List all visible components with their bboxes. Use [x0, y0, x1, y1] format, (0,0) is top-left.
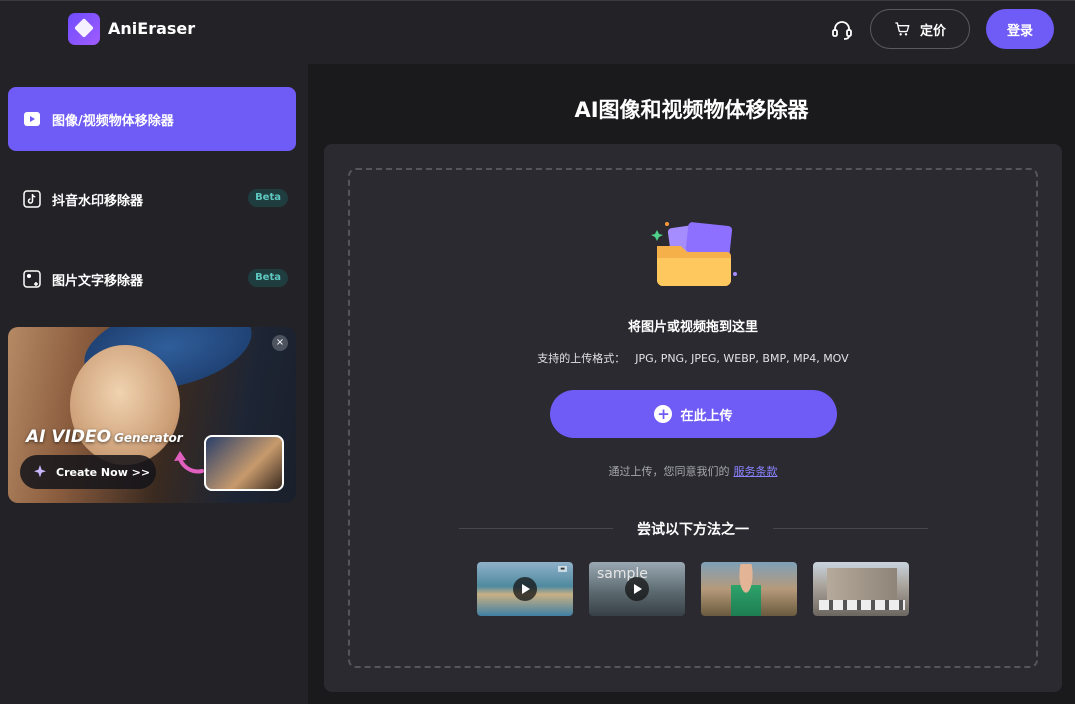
terms-notice: 通过上传，您同意我们的 服务条款: [608, 465, 778, 478]
top-header: AniEraser 定价 登录: [0, 0, 1075, 64]
promo-thumbnail: [204, 435, 284, 491]
upload-label: 在此上传: [680, 408, 733, 424]
sidebar-item-text-remover[interactable]: 图片文字移除器 Beta: [8, 247, 296, 311]
tiktok-icon: [22, 189, 42, 209]
sidebar-item-label: 抖音水印移除器: [52, 193, 144, 209]
create-now-button[interactable]: Create Now >>: [20, 455, 156, 489]
promo-title: AI VIDEO Generator: [26, 427, 183, 447]
sidebar-item-tiktok-watermark[interactable]: 抖音水印移除器 Beta: [8, 167, 296, 231]
headset-icon[interactable]: [830, 18, 854, 42]
upload-button[interactable]: + 在此上传: [550, 390, 837, 438]
pricing-button[interactable]: 定价: [870, 9, 970, 49]
page-title: AI图像和视频物体移除器: [574, 98, 809, 122]
image-text-icon: [22, 269, 42, 289]
create-now-label: Create Now >>: [56, 465, 151, 479]
folder-upload-icon: [651, 222, 737, 286]
drop-instruction: 将图片或视频拖到这里: [627, 320, 758, 335]
aneraser-logo-icon[interactable]: [68, 13, 100, 45]
supported-formats: 支持的上传格式： JPG, PNG, JPEG, WEBP, BMP, MP4, …: [537, 352, 849, 365]
login-button[interactable]: 登录: [986, 9, 1054, 49]
arrow-icon: [174, 451, 204, 474]
play-icon: [513, 577, 537, 601]
brand-name[interactable]: AniEraser: [108, 19, 195, 38]
promo-portrait: [70, 345, 180, 465]
beta-badge: Beta: [248, 269, 288, 287]
pricing-label: 定价: [919, 23, 946, 39]
cart-icon: [895, 22, 910, 36]
play-square-icon: [22, 109, 42, 129]
beta-badge: Beta: [248, 189, 288, 207]
sample-video-coast[interactable]: ▬: [477, 562, 573, 616]
sidebar-item-object-remover[interactable]: 图像/视频物体移除器: [8, 87, 296, 151]
sample-image-person[interactable]: [701, 562, 797, 616]
plus-icon: +: [654, 405, 673, 423]
sample-image-street[interactable]: [813, 562, 909, 616]
play-icon: [625, 577, 649, 601]
sparkle-icon: [34, 465, 46, 478]
sidebar-item-label: 图片文字移除器: [52, 273, 144, 289]
close-icon[interactable]: ×: [272, 335, 288, 351]
sidebar: 图像/视频物体移除器 抖音水印移除器 Beta 图片文字移除器 Beta × A…: [0, 64, 308, 704]
sample-video-mountain[interactable]: sample: [589, 562, 685, 616]
terms-link[interactable]: 服务条款: [734, 465, 778, 478]
sidebar-item-label: 图像/视频物体移除器: [52, 113, 174, 129]
try-samples-heading: 尝试以下方法之一: [637, 522, 749, 538]
ai-video-promo-banner[interactable]: × AI VIDEO Generator Create Now >>: [8, 327, 296, 503]
